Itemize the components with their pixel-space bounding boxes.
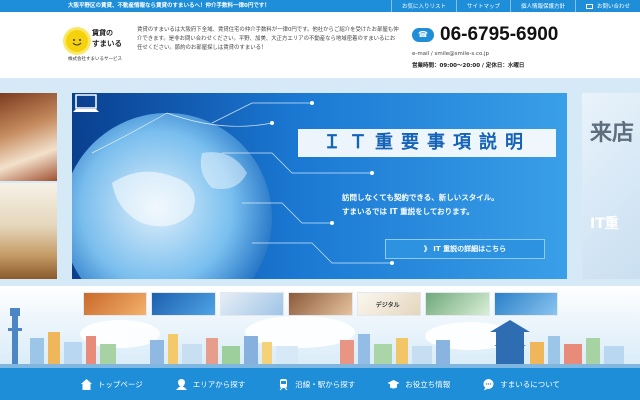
contact-block: ☎ 06-6795-6900 e-mail / smile@smile-s.co… xyxy=(412,24,582,74)
hero-subtitle-1: 訪問しなくても契約できる、新しいスタイル。 xyxy=(342,193,499,202)
nav-item-station-search[interactable]: 沿線・駅から探す xyxy=(261,368,371,400)
top-bar: 大阪平野区の賃貸、不動産情報なら賃貸のすまいるへ！仲介手数料一律0円です！ お気… xyxy=(0,0,640,12)
contact-link-label: お問い合わせ xyxy=(596,4,630,10)
phone-icon: ☎ xyxy=(412,28,434,42)
smile-face-icon xyxy=(72,39,82,46)
thumb-fill xyxy=(289,293,352,315)
banner-thumbnail[interactable] xyxy=(83,292,148,316)
prev-slide-preview[interactable] xyxy=(0,93,57,279)
nav-item-top-page[interactable]: トップページ xyxy=(64,368,159,400)
nav-item-useful-info[interactable]: お役立ち情報 xyxy=(371,368,466,400)
banner-thumbnails: デジタル xyxy=(83,292,558,316)
site-tagline: 大阪平野区の賃貸、不動産情報なら賃貸のすまいるへ！仲介手数料一律0円です！ xyxy=(68,3,270,9)
logo-line1: 賃貸の xyxy=(92,29,113,37)
global-nav: トップページ エリアから探す 沿線・駅から探す お役立ち情報 すまいるについて xyxy=(0,368,640,400)
thumb-fill xyxy=(494,293,557,315)
nav-item-label: お役立ち情報 xyxy=(405,379,451,389)
room-photo xyxy=(0,93,57,181)
nav-item-area-search[interactable]: エリアから探す xyxy=(159,368,262,400)
site-logo[interactable]: 賃貸の すまいる 株式会社すまいるサービス xyxy=(62,18,132,70)
hero-subtitle-2: すまいるでは IT 重説をしております。 xyxy=(342,207,474,216)
top-links: お気に入りリスト サイトマップ 個人情報保護方針 お問い合わせ xyxy=(390,0,640,12)
company-name: 株式会社すまいるサービス xyxy=(68,57,122,62)
banner-thumbnail[interactable] xyxy=(425,292,490,316)
it-explanation-details-button[interactable]: 》 IT 重説の詳細はこちら xyxy=(385,239,545,259)
nav-item-label: 沿線・駅から探す xyxy=(295,379,356,389)
logo-line2: すまいる xyxy=(92,39,122,48)
home-icon xyxy=(80,378,92,390)
banner-thumbnail[interactable] xyxy=(151,292,216,316)
intro-text: 賃貸のすまいるは大阪府下全域、賃貸住宅の仲介手数料が一律0円です。他社からご紹介… xyxy=(137,27,399,51)
hero-banner[interactable]: ＩＴ重要事項説明 訪問しなくても契約できる、新しいスタイル。 すまいるでは IT… xyxy=(72,93,567,279)
next-slide-text: IT重 xyxy=(590,216,619,232)
header: 賃貸の すまいる 株式会社すまいるサービス 賃貸のすまいるは大阪府下全域、賃貸住… xyxy=(0,12,640,78)
banner-thumbnail[interactable] xyxy=(493,292,558,316)
hero-carousel: ＩＴ重要事項説明 訪問しなくても契約できる、新しいスタイル。 すまいるでは IT… xyxy=(0,78,640,286)
favorites-link[interactable]: お気に入りリスト xyxy=(390,0,456,12)
next-slide-text: 来店 xyxy=(590,121,635,146)
business-hours: 営業時間：09:00〜20:00 / 定休日：水曜日 xyxy=(412,63,525,69)
banner-thumbnail[interactable]: デジタル xyxy=(356,292,422,316)
nav-item-label: すまいるについて xyxy=(500,379,561,389)
thumb-fill xyxy=(220,293,284,315)
banner-thumbnail[interactable] xyxy=(219,292,285,316)
thumb-fill xyxy=(426,293,489,315)
banner-thumbnail[interactable] xyxy=(288,292,353,316)
nav-item-label: エリアから探す xyxy=(192,379,246,389)
thumb-fill xyxy=(84,293,147,315)
contact-link[interactable]: お問い合わせ xyxy=(574,0,640,12)
room-photo xyxy=(0,183,57,279)
graduation-cap-icon xyxy=(387,379,400,388)
sitemap-link[interactable]: サイトマップ xyxy=(455,0,510,12)
email-address[interactable]: e-mail / smile@smile-s.co.jp xyxy=(412,51,489,57)
train-icon xyxy=(279,378,288,390)
map-icon xyxy=(175,378,187,390)
speech-bubble-icon xyxy=(483,378,494,390)
next-slide-preview[interactable]: 来店 IT重 xyxy=(582,93,640,279)
laptop-icon xyxy=(73,94,99,112)
thumb-fill xyxy=(152,293,215,315)
nav-item-about[interactable]: すまいるについて xyxy=(466,368,576,400)
mail-icon xyxy=(585,3,593,9)
hero-title: ＩＴ重要事項説明 xyxy=(298,129,556,157)
thumbnail-label: デジタル xyxy=(375,302,400,309)
nav-item-label: トップページ xyxy=(97,379,143,389)
privacy-policy-link[interactable]: 個人情報保護方針 xyxy=(509,0,575,12)
phone-number[interactable]: 06-6795-6900 xyxy=(440,24,558,46)
